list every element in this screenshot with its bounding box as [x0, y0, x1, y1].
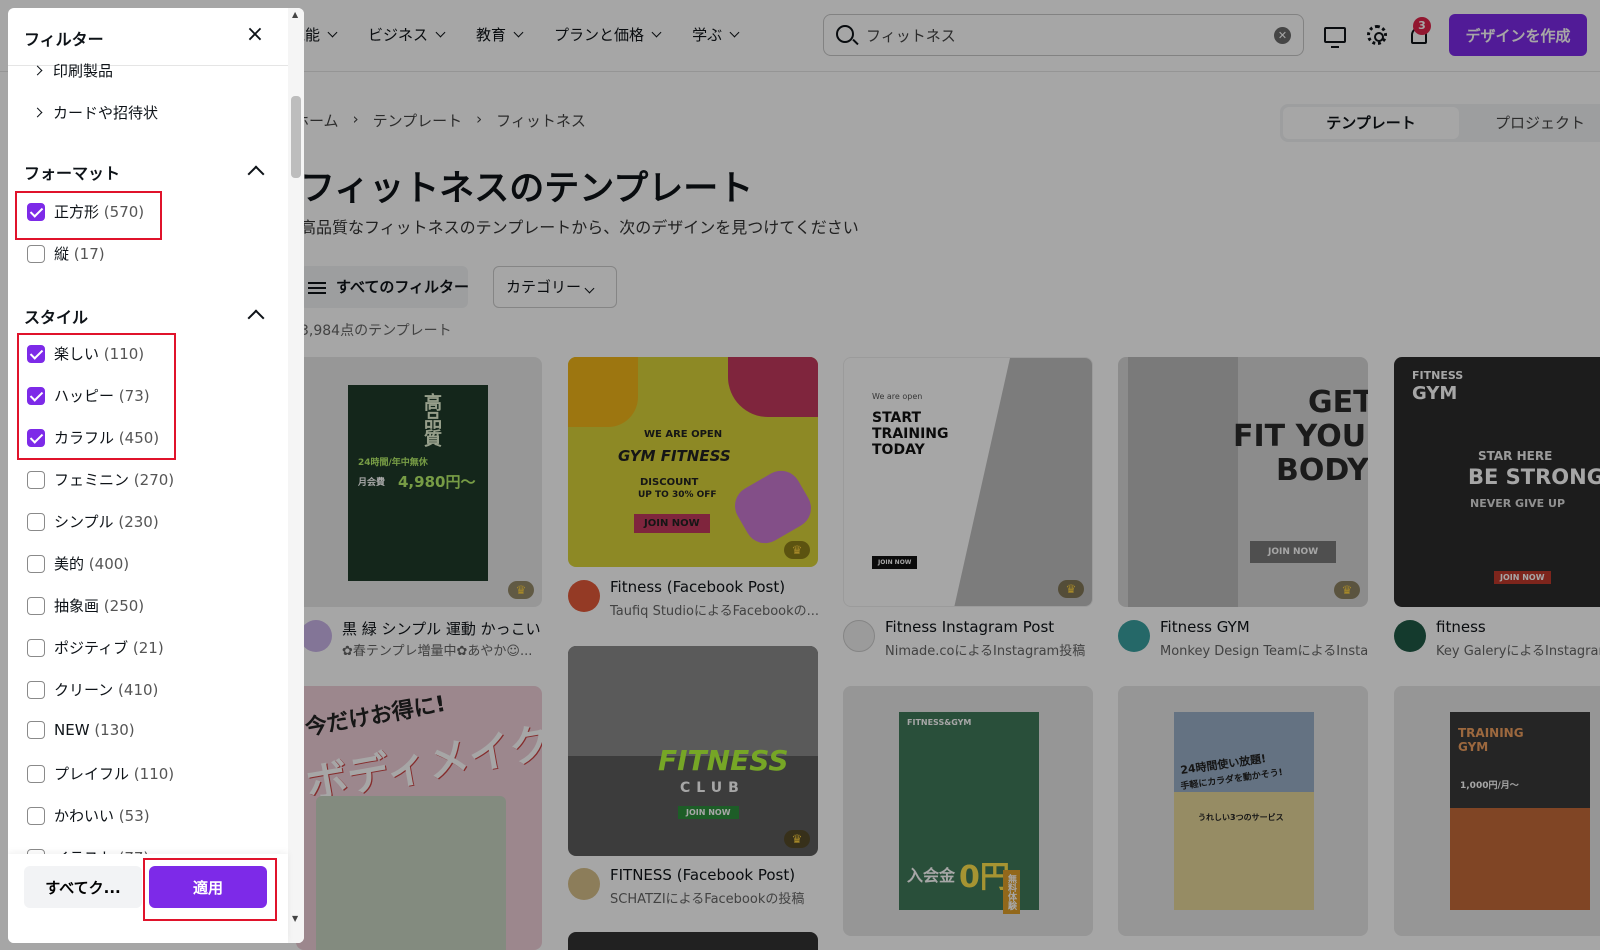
checkbox[interactable] [27, 244, 45, 263]
checkbox[interactable] [27, 470, 45, 489]
chevron-right-icon [32, 65, 43, 76]
option-label: 縦 [54, 245, 70, 263]
filter-option[interactable]: NEW (130) [27, 721, 135, 739]
option-text: かわいい (53) [54, 805, 150, 826]
checkbox[interactable] [27, 596, 45, 615]
scroll-up-icon[interactable]: ▲ [292, 10, 298, 19]
option-label: 美的 [54, 555, 85, 573]
checkbox[interactable] [27, 721, 45, 739]
clear-all-button[interactable]: すべてク... [24, 866, 142, 908]
option-text: プレイフル (110) [54, 763, 174, 784]
scroll-down-icon[interactable]: ▼ [292, 914, 298, 923]
option-count: (21) [132, 639, 164, 657]
close-icon[interactable]: × [244, 24, 266, 46]
option-text: フェミニン (270) [54, 469, 174, 490]
option-label: 抽象画 [54, 597, 100, 615]
option-count: (53) [118, 807, 150, 825]
category-item-cards[interactable]: カードや招待状 [32, 102, 159, 123]
filter-option[interactable]: クリーン (410) [27, 679, 158, 700]
filter-option[interactable]: ポジティブ (21) [27, 637, 164, 658]
checkbox[interactable] [27, 764, 45, 783]
panel-scrollbar[interactable]: ▲ ▼ [288, 8, 304, 943]
option-label: シンプル [54, 513, 114, 531]
option-label: フェミニン [54, 471, 130, 489]
checkbox[interactable] [27, 638, 45, 657]
option-text: ポジティブ (21) [54, 637, 164, 658]
option-text: シンプル (230) [54, 511, 159, 532]
option-count: (410) [118, 681, 159, 699]
filter-option[interactable]: プレイフル (110) [27, 763, 174, 784]
option-count: (270) [133, 471, 175, 489]
filter-option[interactable]: かわいい (53) [27, 805, 150, 826]
filter-panel: フィルター × 印刷製品 カードや招待状 フォーマット 正方形 (570) 縦 (… [8, 8, 304, 943]
highlight-box-apply [143, 858, 277, 921]
chevron-up-icon[interactable] [247, 309, 265, 327]
highlight-box-format [15, 191, 162, 240]
chevron-up-icon[interactable] [247, 165, 265, 183]
highlight-box-style [17, 333, 176, 460]
chevron-right-icon [32, 107, 43, 118]
option-label: ポジティブ [54, 639, 129, 657]
option-text: 美的 (400) [54, 553, 129, 574]
category-label: カードや招待状 [53, 104, 159, 122]
category-item-print[interactable]: 印刷製品 [32, 60, 114, 81]
option-count: (400) [88, 555, 130, 573]
option-text: NEW (130) [54, 721, 135, 739]
checkbox[interactable] [27, 512, 45, 531]
filter-panel-header: フィルター × [8, 8, 304, 66]
category-label: 印刷製品 [53, 62, 114, 80]
checkbox[interactable] [27, 806, 45, 825]
filter-option[interactable]: シンプル (230) [27, 511, 159, 532]
checkbox[interactable] [27, 680, 45, 699]
option-count: (250) [103, 597, 145, 615]
filter-option[interactable]: 抽象画 (250) [27, 595, 144, 616]
option-label: クリーン [54, 681, 114, 699]
option-text: 抽象画 (250) [54, 595, 144, 616]
option-label: かわいい [54, 807, 115, 825]
option-count: (130) [94, 721, 135, 739]
option-text: クリーン (410) [54, 679, 158, 700]
checkbox[interactable] [27, 554, 45, 573]
option-text: 縦 (17) [54, 243, 105, 264]
option-count: (17) [73, 245, 105, 263]
scrollbar-thumb[interactable] [291, 96, 301, 178]
filter-option[interactable]: フェミニン (270) [27, 469, 174, 490]
filter-panel-title: フィルター [24, 30, 104, 49]
filter-option[interactable]: 美的 (400) [27, 553, 129, 574]
style-section-title: スタイル [24, 308, 89, 327]
option-label: プレイフル [54, 765, 130, 783]
format-section-title: フォーマット [24, 164, 121, 183]
option-count: (110) [133, 765, 175, 783]
option-label: NEW [54, 721, 90, 739]
option-count: (230) [118, 513, 159, 531]
filter-option[interactable]: 縦 (17) [27, 243, 105, 264]
